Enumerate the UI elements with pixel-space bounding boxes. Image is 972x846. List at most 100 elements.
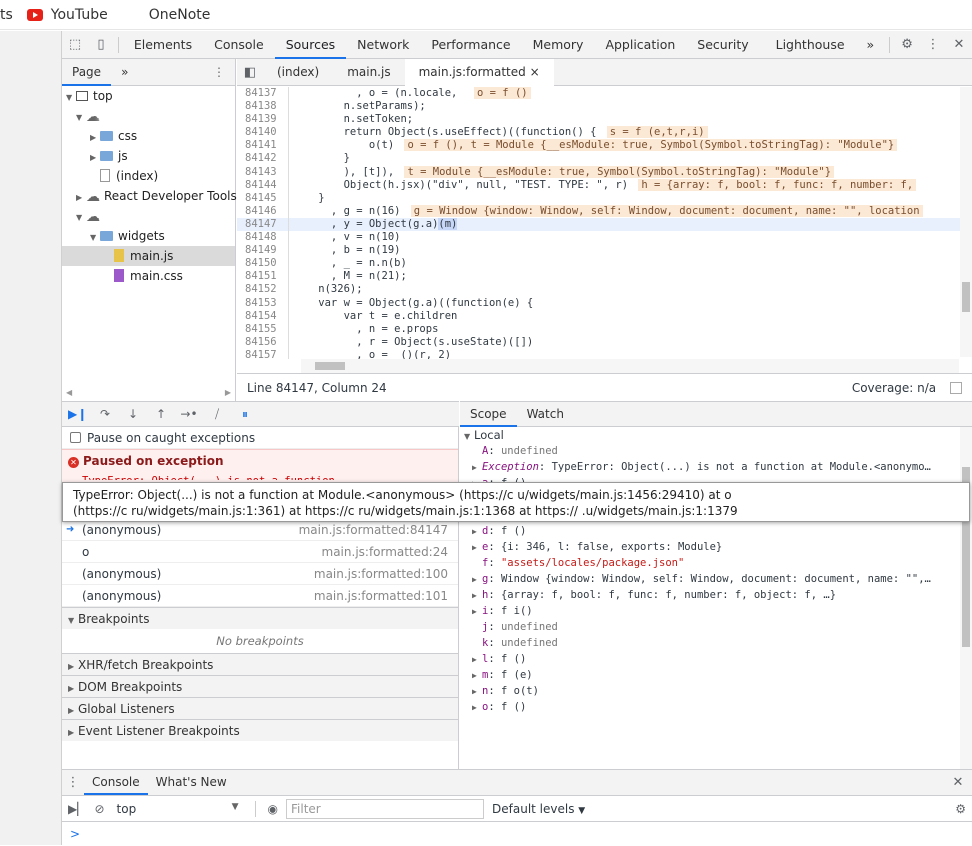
tab-memory[interactable]: Memory	[522, 31, 595, 59]
line-number[interactable]: 84157	[237, 348, 289, 359]
code-line[interactable]: 84148 , v = n(10)	[237, 231, 960, 245]
line-number[interactable]: 84152	[237, 283, 289, 297]
call-frame[interactable]: (anonymous) main.js:formatted:100	[62, 563, 458, 585]
scroll-left-icon[interactable]: ◀	[66, 388, 72, 397]
call-frame[interactable]: ➜ (anonymous) main.js:formatted:84147	[62, 519, 458, 541]
frame-location[interactable]: main.js:formatted:101	[314, 585, 448, 606]
checkbox[interactable]	[70, 432, 81, 443]
tab-security[interactable]: Security	[686, 31, 759, 59]
tab-performance[interactable]: Performance	[420, 31, 521, 59]
code-line[interactable]: 84144 Object(h.jsx)("div", null, "TEST. …	[237, 178, 960, 192]
call-frame[interactable]: (anonymous) main.js:formatted:101	[62, 585, 458, 607]
tree-item-main-css[interactable]: main.css	[62, 266, 235, 286]
console-prompt[interactable]: >	[62, 822, 972, 846]
line-number[interactable]: 84146	[237, 204, 289, 218]
log-levels-dropdown[interactable]: Default levels ▼	[492, 802, 585, 816]
frame-location[interactable]: main.js:formatted:100	[314, 563, 448, 584]
editor-tab-main-js[interactable]: main.js	[333, 59, 404, 86]
scope-variable[interactable]: ▶ n: f o(t)	[460, 683, 972, 699]
tab-whats-new[interactable]: What's New	[148, 770, 235, 795]
code-line[interactable]: 84151 , M = n(21);	[237, 270, 960, 284]
scope-variable[interactable]: A: undefined	[460, 443, 972, 459]
kebab-menu-icon[interactable]: ⋮	[203, 59, 235, 86]
code-line[interactable]: 84141 o(t) o = f (), t = Module {__esMod…	[237, 139, 960, 153]
scope-scrollbar[interactable]	[960, 427, 972, 769]
code-line[interactable]: 84140 return Object(s.useEffect)((functi…	[237, 126, 960, 140]
event-listener-breakpoints-section[interactable]: ▶ Event Listener Breakpoints	[62, 719, 458, 741]
scope-variable[interactable]: ▶ Exception: TypeError: Object(...) is no…	[460, 459, 972, 475]
code-line[interactable]: 84150 , _ = n.n(b)	[237, 257, 960, 271]
line-number[interactable]: 84145	[237, 191, 289, 205]
tab-page[interactable]: Page	[62, 59, 112, 86]
dom-breakpoints-section[interactable]: ▶ DOM Breakpoints	[62, 675, 458, 697]
step-into-icon[interactable]: ↓	[124, 407, 142, 421]
gear-icon[interactable]: ⚙	[894, 31, 920, 59]
line-number[interactable]: 84150	[237, 257, 289, 271]
code-line[interactable]: 84149 , b = n(19)	[237, 244, 960, 258]
frame-location[interactable]: main.js:formatted:84147	[299, 519, 448, 540]
kebab-menu-icon[interactable]: ⋮	[920, 31, 946, 59]
code-line[interactable]: 84152 n(326);	[237, 283, 960, 297]
tree-item-js[interactable]: ▶ js	[62, 146, 235, 166]
gear-icon[interactable]: ⚙	[955, 802, 972, 816]
editor-hscrollbar[interactable]	[301, 359, 959, 373]
line-number[interactable]: 84147	[237, 217, 289, 232]
line-number[interactable]: 84151	[237, 270, 289, 284]
scope-variable[interactable]: ▶ h: {array: f, bool: f, func: f, number:…	[460, 587, 972, 603]
step-over-icon[interactable]: ↷	[96, 407, 114, 421]
tree-item-domain-2[interactable]: ▼ ☁	[62, 206, 235, 226]
toggle-navigator-icon[interactable]: ◧	[237, 58, 263, 86]
scroll-thumb[interactable]	[315, 362, 345, 370]
tab-sources[interactable]: Sources	[274, 31, 347, 59]
tab-lighthouse[interactable]: Lighthouse	[760, 31, 856, 59]
line-number[interactable]: 84141	[237, 139, 289, 153]
scope-variable[interactable]: ▶ o: f ()	[460, 699, 972, 715]
global-listeners-section[interactable]: ▶ Global Listeners	[62, 697, 458, 719]
close-tab-icon[interactable]: ×	[530, 65, 540, 79]
code-line[interactable]: 84146 , g = n(16) g = Window {window: Wi…	[237, 204, 960, 218]
inspect-element-icon[interactable]: ⬚	[62, 31, 88, 59]
step-out-icon[interactable]: ↑	[152, 407, 170, 421]
tab-application[interactable]: Application	[594, 31, 686, 59]
call-frame[interactable]: o main.js:formatted:24	[62, 541, 458, 563]
device-toolbar-icon[interactable]: ▯	[88, 31, 114, 59]
bookmark-onenote[interactable]: OneNote	[126, 7, 211, 23]
scope-variable[interactable]: ▶ m: f (e)	[460, 667, 972, 683]
bookmark-partial[interactable]: ts	[0, 7, 13, 23]
coverage-icon[interactable]	[950, 381, 962, 394]
line-number[interactable]: 84149	[237, 244, 289, 258]
sidebar-toggle-icon[interactable]: ▶▏	[68, 802, 86, 816]
tree-item-main-js[interactable]: main.js	[62, 246, 235, 266]
code-line[interactable]: 84153 var w = Object(g.a)((function(e) {	[237, 296, 960, 310]
breakpoints-section[interactable]: ▼ Breakpoints	[62, 607, 458, 629]
pause-on-exceptions-icon[interactable]: ⏸	[236, 407, 254, 422]
tree-item-react-devtools[interactable]: ▶ ☁ React Developer Tools	[62, 186, 237, 206]
frame-location[interactable]: main.js:formatted:24	[322, 541, 448, 562]
tree-item-top[interactable]: ▼ top	[62, 86, 235, 106]
code-line[interactable]: 84142 }	[237, 152, 960, 166]
line-number[interactable]: 84138	[237, 100, 289, 114]
more-tabs-button[interactable]: »	[856, 31, 886, 59]
tree-item-css[interactable]: ▶ css	[62, 126, 235, 146]
pause-caught-row[interactable]: Pause on caught exceptions	[62, 427, 458, 449]
line-number[interactable]: 84144	[237, 178, 289, 192]
code-line[interactable]: 84156 , r = Object(s.useState)([])	[237, 335, 960, 349]
tree-item-domain[interactable]: ▼ ☁	[62, 106, 235, 126]
editor-scrollbar[interactable]	[960, 87, 972, 357]
tab-watch[interactable]: Watch	[517, 402, 574, 427]
tab-network[interactable]: Network	[346, 31, 420, 59]
resume-icon[interactable]: ▶❙	[68, 407, 87, 421]
tab-console[interactable]: Console	[203, 31, 275, 59]
code-line[interactable]: 84137 , o = (n.locale, o = f ()	[237, 87, 960, 101]
editor-tab-main-js-formatted[interactable]: main.js:formatted ×	[404, 58, 554, 86]
scope-variable[interactable]: ▶ l: f ()	[460, 651, 972, 667]
editor-tab-index[interactable]: (index)	[263, 59, 333, 86]
line-number[interactable]: 84142	[237, 152, 289, 166]
filter-input[interactable]: Filter	[286, 798, 485, 819]
scope-variable[interactable]: f: "assets/locales/package.json"	[460, 555, 972, 571]
kebab-menu-icon[interactable]: ⋮	[62, 769, 84, 797]
line-number[interactable]: 84155	[237, 322, 289, 336]
context-select[interactable]: top ▼	[113, 802, 243, 816]
line-number[interactable]: 84137	[237, 87, 289, 101]
xhr-breakpoints-section[interactable]: ▶ XHR/fetch Breakpoints	[62, 653, 458, 675]
